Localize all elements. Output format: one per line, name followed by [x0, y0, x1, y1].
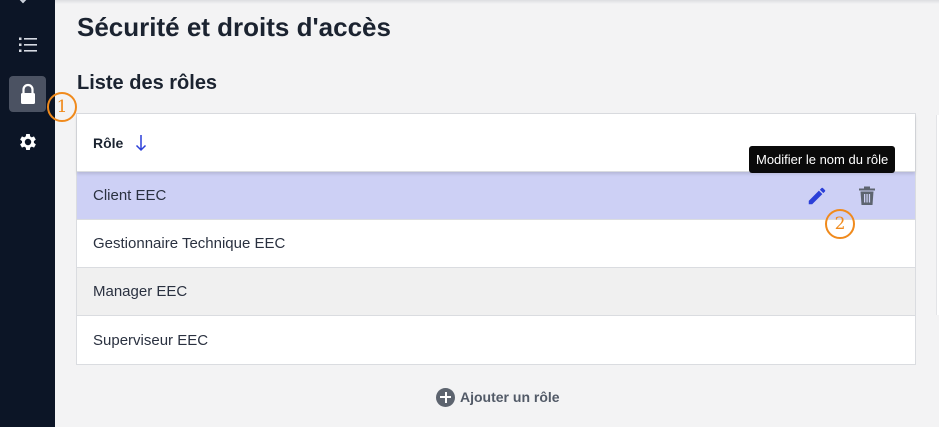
table-row[interactable]: Manager EEC [77, 268, 915, 316]
annotation-callout-1: 1 [47, 92, 77, 122]
role-name: Manager EEC [93, 283, 188, 300]
annotation-callout-2: 2 [825, 209, 855, 239]
plus-circle-icon [436, 387, 455, 407]
top-bar-shadow [55, 0, 939, 4]
pencil-icon [808, 187, 826, 204]
table-row[interactable]: Gestionnaire Technique EEC [77, 220, 915, 268]
table-row[interactable]: Client EEC [77, 172, 915, 220]
section-title: Liste des rôles [77, 72, 218, 94]
sidebar-item-list[interactable] [9, 27, 46, 63]
lock-icon [20, 83, 35, 104]
sidebar-item-settings[interactable] [9, 124, 46, 160]
role-name: Gestionnaire Technique EEC [93, 235, 286, 252]
column-header-role[interactable]: Rôle [93, 135, 123, 151]
role-name: Client EEC [93, 187, 167, 204]
sidebar [0, 0, 55, 427]
table-row[interactable]: Superviseur EEC [77, 316, 915, 364]
page-title: Sécurité et droits d'accès [77, 12, 391, 42]
trash-icon [859, 186, 875, 205]
list-icon [18, 37, 37, 52]
gear-icon [19, 134, 36, 150]
sidebar-item-security[interactable] [9, 76, 46, 112]
add-role-button[interactable]: Ajouter un rôle [436, 387, 560, 407]
add-role-label: Ajouter un rôle [460, 389, 560, 405]
edit-role-button[interactable] [805, 184, 829, 208]
role-name: Superviseur EEC [93, 331, 209, 349]
edit-tooltip: Modifier le nom du rôle [749, 146, 896, 173]
delete-role-button[interactable] [855, 184, 879, 208]
chevron-left-icon[interactable] [18, 0, 28, 4]
sort-descending-icon[interactable] [135, 134, 147, 152]
